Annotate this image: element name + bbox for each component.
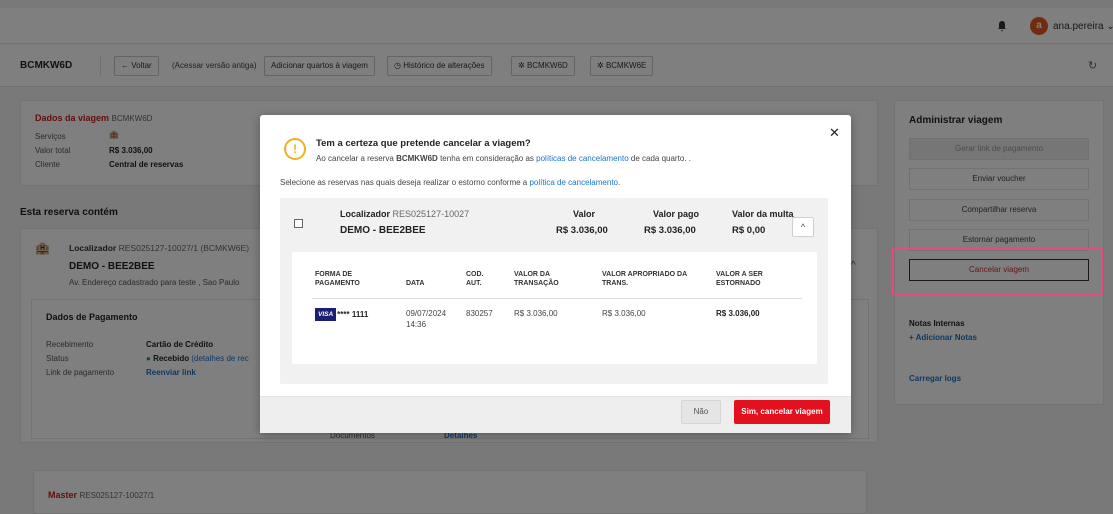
dialog-instructions: Selecione as reservas nas quais deseja r… xyxy=(280,178,621,187)
cancellation-policies-link[interactable]: políticas de cancelamento xyxy=(536,154,629,163)
col-auth-code: COD. AUT. xyxy=(466,271,484,287)
col-payment-method: FORMA DE PAGAMENTO xyxy=(315,271,360,287)
modal-hotel-name: DEMO - BEE2BEE xyxy=(340,225,426,236)
no-button[interactable]: Não xyxy=(681,400,721,424)
cancellation-policy-link[interactable]: política de cancelamento xyxy=(529,178,618,187)
col-appropriated-value: VALOR APROPRIADO DA TRANS. xyxy=(602,271,687,287)
col-refund-value: VALOR A SER ESTORNADO xyxy=(716,271,763,287)
visa-icon: VISA xyxy=(315,308,337,321)
value-label: Valor xyxy=(573,209,596,219)
reservation-checkbox[interactable] xyxy=(294,219,303,228)
modal-locator: Localizador RES025127-10027 xyxy=(340,209,470,219)
chevron-up-icon[interactable]: ^ xyxy=(792,217,814,237)
fine-value-label: Valor da multa xyxy=(732,209,794,219)
reservation-refund-panel: Localizador RES025127-10027 DEMO - BEE2B… xyxy=(280,198,828,384)
transaction-cell: R$ 3.036,00 xyxy=(514,309,558,318)
cancel-trip-dialog: ! ✕ Tem a certeza que pretende cancelar … xyxy=(260,115,851,433)
dialog-title: Tem a certeza que pretende cancelar a vi… xyxy=(316,138,531,149)
col-date: DATA xyxy=(406,280,425,287)
value-amount: R$ 3.036,00 xyxy=(556,225,608,236)
payment-table: FORMA DE PAGAMENTO DATA COD. AUT. VALOR … xyxy=(292,252,817,364)
dialog-subtitle: Ao cancelar a reserva BCMKW6D tenha em c… xyxy=(316,154,691,163)
close-icon[interactable]: ✕ xyxy=(829,125,840,141)
fine-value-amount: R$ 0,00 xyxy=(732,225,766,236)
date-cell: 09/07/2024 14:36 xyxy=(406,309,447,329)
warning-icon: ! xyxy=(284,138,306,160)
card-cell: VISA **** 1111 xyxy=(315,308,368,321)
appropriated-cell: R$ 3.036,00 xyxy=(602,309,646,318)
paid-value-label: Valor pago xyxy=(653,209,700,219)
highlight-box xyxy=(892,248,1103,295)
refund-cell: R$ 3.036,00 xyxy=(716,309,760,318)
paid-value-amount: R$ 3.036,00 xyxy=(644,225,696,236)
col-transaction-value: VALOR DA TRANSAÇÃO xyxy=(514,271,559,287)
confirm-cancel-button[interactable]: Sim, cancelar viagem xyxy=(734,400,830,424)
auth-cell: 830257 xyxy=(466,309,493,318)
table-divider xyxy=(312,298,802,299)
